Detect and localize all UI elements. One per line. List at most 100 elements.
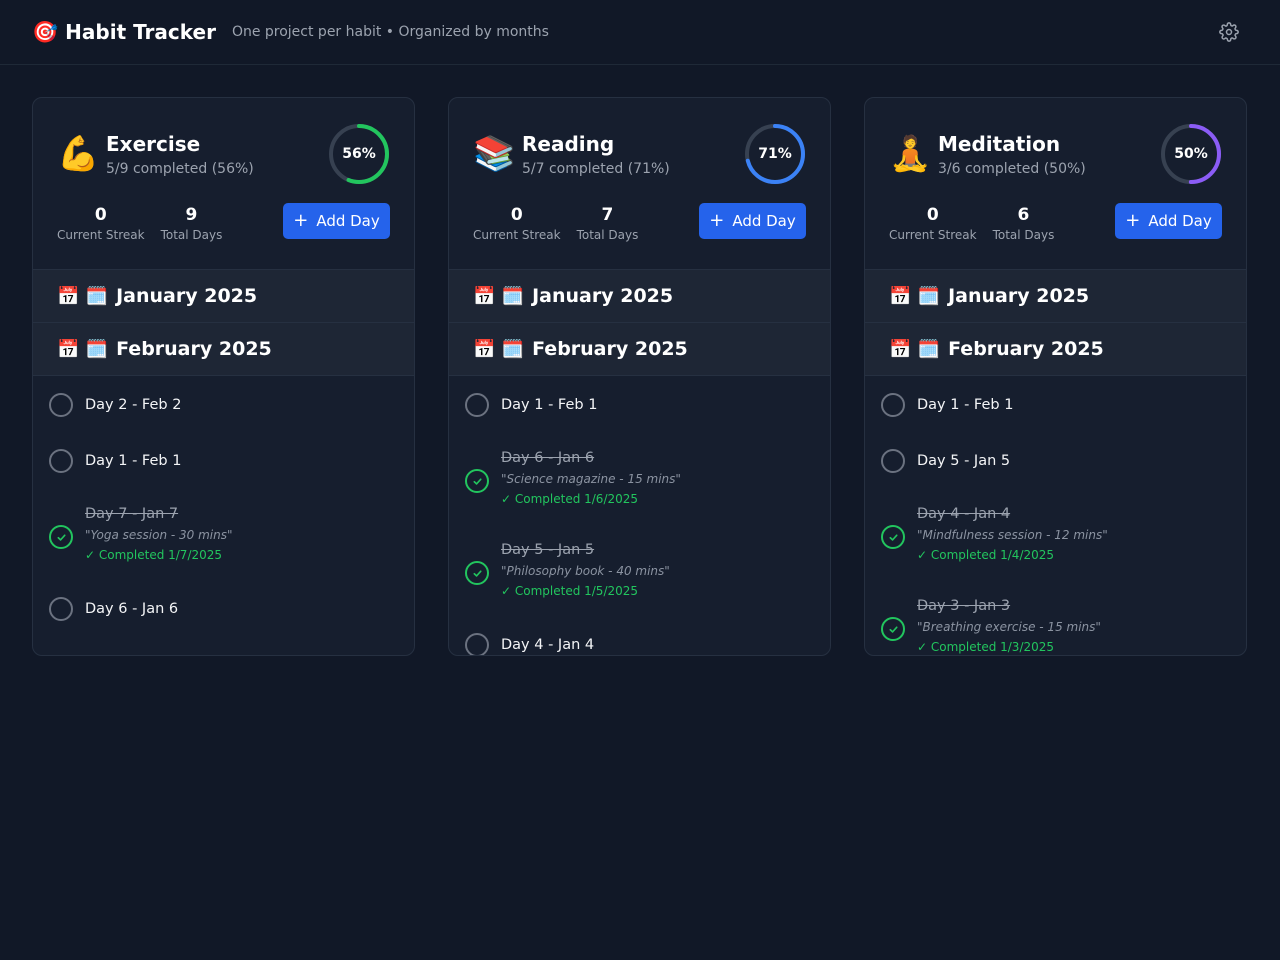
unchecked-circle-icon[interactable]	[465, 393, 489, 417]
month-label: February 2025	[948, 338, 1104, 360]
day-title: Day 1 - Feb 1	[501, 397, 598, 413]
current-streak-stat: 0 Current Streak	[57, 205, 145, 242]
progress-ring: 71%	[744, 123, 806, 185]
unchecked-circle-icon[interactable]	[49, 449, 73, 473]
day-item: Day 3 - Jan 3 "Breathing exercise - 15 mi…	[865, 586, 1246, 655]
month-header[interactable]: 📅 🗓️ January 2025	[33, 270, 414, 323]
target-icon: 🎯	[32, 19, 59, 44]
habit-emoji-icon: 📚	[473, 134, 516, 174]
progress-percent: 71%	[758, 146, 792, 162]
day-item: Day 1 - Feb 1	[449, 382, 830, 428]
total-days-stat: 9 Total Days	[161, 205, 223, 242]
month-header[interactable]: 📅 🗓️ February 2025	[33, 323, 414, 376]
plus-icon: +	[709, 210, 725, 231]
add-day-button[interactable]: + Add Day	[283, 203, 390, 239]
day-list: Day 1 - Feb 1 Day 5 - Jan 5 Day 4 - Jan 4 "…	[865, 376, 1246, 655]
calendar-icon: 📅 🗓️	[889, 338, 941, 360]
calendar-icon: 📅 🗓️	[889, 285, 941, 307]
day-title: Day 5 - Jan 5	[501, 542, 595, 558]
total-days-stat: 6 Total Days	[993, 205, 1055, 242]
day-item: Day 5 - Jan 5 "Philosophy book - 40 mins"…	[449, 530, 830, 612]
calendar-icon: 📅 🗓️	[57, 338, 109, 360]
day-title: Day 4 - Jan 4	[501, 637, 595, 653]
day-title: Day 7 - Jan 7	[85, 506, 179, 522]
calendar-icon: 📅 🗓️	[473, 338, 525, 360]
habit-summary: 💪 Exercise 5/9 completed (56%) 56% 0 Cur…	[33, 98, 414, 270]
current-streak-value: 0	[94, 205, 107, 225]
month-header[interactable]: 📅 🗓️ February 2025	[865, 323, 1246, 376]
day-note: "Science magazine - 15 mins"	[501, 472, 681, 486]
day-note: "Mindfulness session - 12 mins"	[917, 528, 1108, 542]
day-title: Day 4 - Jan 4	[917, 506, 1011, 522]
habit-name: Reading	[522, 131, 615, 156]
total-days-label: Total Days	[160, 228, 223, 242]
habit-progress-text: 5/9 completed (56%)	[106, 160, 254, 177]
day-item: Day 1 - Feb 1	[865, 382, 1246, 428]
unchecked-circle-icon[interactable]	[881, 449, 905, 473]
app-title: Habit Tracker	[65, 20, 216, 44]
completed-date: ✓ Completed 1/3/2025	[917, 640, 1055, 654]
checked-circle-icon[interactable]	[465, 561, 489, 585]
habit-name: Exercise	[106, 131, 201, 156]
day-note: "Philosophy book - 40 mins"	[501, 564, 670, 578]
month-label: February 2025	[116, 338, 272, 360]
total-days-label: Total Days	[576, 228, 639, 242]
current-streak-label: Current Streak	[473, 228, 561, 242]
day-title: Day 5 - Jan 5	[917, 453, 1011, 469]
settings-button[interactable]	[1218, 21, 1240, 43]
total-days-value: 7	[601, 205, 614, 225]
month-header[interactable]: 📅 🗓️ February 2025	[449, 323, 830, 376]
app-header: 🎯 Habit Tracker One project per habit • …	[0, 0, 1280, 65]
habit-progress-text: 5/7 completed (71%)	[522, 160, 670, 177]
month-label: January 2025	[116, 285, 258, 307]
habit-progress-text: 3/6 completed (50%)	[938, 160, 1086, 177]
habit-card-exercise: 💪 Exercise 5/9 completed (56%) 56% 0 Cur…	[32, 97, 415, 656]
add-day-label: Add Day	[732, 212, 796, 230]
unchecked-circle-icon[interactable]	[49, 597, 73, 621]
day-title: Day 6 - Jan 6	[501, 450, 595, 466]
day-item: Day 1 - Feb 1	[33, 438, 414, 484]
checked-circle-icon[interactable]	[465, 469, 489, 493]
day-note: "Breathing exercise - 15 mins"	[917, 620, 1101, 634]
checked-circle-icon[interactable]	[49, 525, 73, 549]
day-title: Day 6 - Jan 6	[85, 601, 179, 617]
total-days-value: 6	[1017, 205, 1030, 225]
day-list: Day 1 - Feb 1 Day 6 - Jan 6 "Science magaz…	[449, 376, 830, 655]
unchecked-circle-icon[interactable]	[881, 393, 905, 417]
unchecked-circle-icon[interactable]	[49, 393, 73, 417]
current-streak-value: 0	[510, 205, 523, 225]
checked-circle-icon[interactable]	[881, 525, 905, 549]
total-days-label: Total Days	[992, 228, 1055, 242]
add-day-label: Add Day	[1148, 212, 1212, 230]
progress-percent: 56%	[342, 146, 376, 162]
total-days-value: 9	[185, 205, 198, 225]
add-day-button[interactable]: + Add Day	[699, 203, 806, 239]
add-day-label: Add Day	[316, 212, 380, 230]
progress-ring: 56%	[328, 123, 390, 185]
habit-emoji-icon: 💪	[57, 134, 100, 174]
day-item: Day 5 - Jan 5	[865, 438, 1246, 484]
day-item: Day 4 - Jan 4	[449, 622, 830, 655]
total-days-stat: 7 Total Days	[577, 205, 639, 242]
completed-date: ✓ Completed 1/4/2025	[917, 548, 1055, 562]
habit-name: Meditation	[938, 131, 1061, 156]
habit-card-reading: 📚 Reading 5/7 completed (71%) 71% 0 Curr…	[448, 97, 831, 656]
current-streak-stat: 0 Current Streak	[889, 205, 977, 242]
current-streak-label: Current Streak	[889, 228, 977, 242]
month-header[interactable]: 📅 🗓️ January 2025	[865, 270, 1246, 323]
progress-ring: 50%	[1160, 123, 1222, 185]
completed-date: ✓ Completed 1/7/2025	[85, 548, 223, 562]
habit-card-meditation: 🧘 Meditation 3/6 completed (50%) 50% 0 C…	[864, 97, 1247, 656]
checked-circle-icon[interactable]	[881, 617, 905, 641]
plus-icon: +	[293, 210, 309, 231]
unchecked-circle-icon[interactable]	[465, 633, 489, 655]
completed-date: ✓ Completed 1/5/2025	[501, 584, 639, 598]
month-header[interactable]: 📅 🗓️ January 2025	[449, 270, 830, 323]
month-label: January 2025	[532, 285, 674, 307]
add-day-button[interactable]: + Add Day	[1115, 203, 1222, 239]
current-streak-stat: 0 Current Streak	[473, 205, 561, 242]
gear-icon	[1219, 22, 1239, 42]
day-item: Day 7 - Jan 7 "Yoga session - 30 mins" ✓ C…	[33, 494, 414, 576]
day-title: Day 1 - Feb 1	[85, 453, 182, 469]
day-title: Day 3 - Jan 3	[917, 598, 1011, 614]
